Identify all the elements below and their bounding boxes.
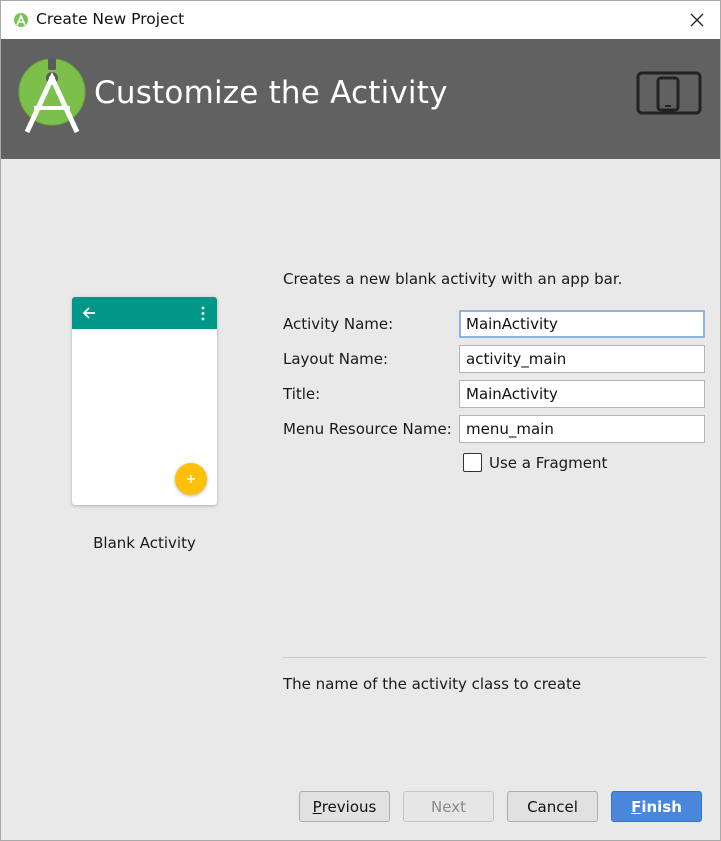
finish-button[interactable]: Finish (611, 791, 702, 822)
menu-resource-name-input[interactable] (459, 415, 705, 443)
activity-name-input[interactable] (459, 310, 705, 338)
template-name: Blank Activity (93, 534, 196, 552)
use-fragment-checkbox[interactable] (463, 453, 482, 472)
title-input[interactable] (459, 380, 705, 408)
arrow-back-icon (82, 307, 95, 319)
activity-name-label: Activity Name: (283, 315, 394, 333)
previous-mnemonic: P (312, 797, 322, 816)
previous-button[interactable]: Previous (299, 791, 390, 822)
next-button[interactable]: Next (403, 791, 494, 822)
help-text: The name of the activity class to create (283, 675, 582, 693)
template-description: Creates a new blank activity with an app… (283, 270, 623, 288)
layout-name-label: Layout Name: (283, 350, 389, 368)
title-label: Title: (283, 385, 321, 403)
window-title: Create New Project (36, 10, 185, 28)
finish-mnemonic: F (631, 797, 642, 816)
menu-resource-name-label: Menu Resource Name: (283, 420, 452, 438)
close-icon (690, 13, 704, 27)
divider (283, 657, 706, 658)
finish-label-rest: inish (641, 797, 682, 816)
page-heading: Customize the Activity (94, 75, 448, 111)
plus-icon (187, 475, 195, 483)
android-studio-logo (18, 58, 86, 134)
create-project-dialog: Create New Project Customize the Activit… (0, 0, 721, 841)
overflow-menu-icon (201, 306, 205, 321)
close-button[interactable] (674, 1, 720, 39)
title-bar: Create New Project (1, 1, 720, 39)
android-studio-icon (14, 13, 28, 27)
layout-name-input[interactable] (459, 345, 705, 373)
previous-label-rest: revious (321, 797, 377, 816)
wizard-banner: Customize the Activity (1, 39, 720, 159)
preview-app-bar (72, 297, 217, 329)
template-preview (72, 297, 217, 505)
cancel-button[interactable]: Cancel (507, 791, 598, 822)
preview-fab (175, 463, 207, 495)
devices-icon (636, 71, 702, 115)
use-fragment-label[interactable]: Use a Fragment (489, 454, 607, 472)
